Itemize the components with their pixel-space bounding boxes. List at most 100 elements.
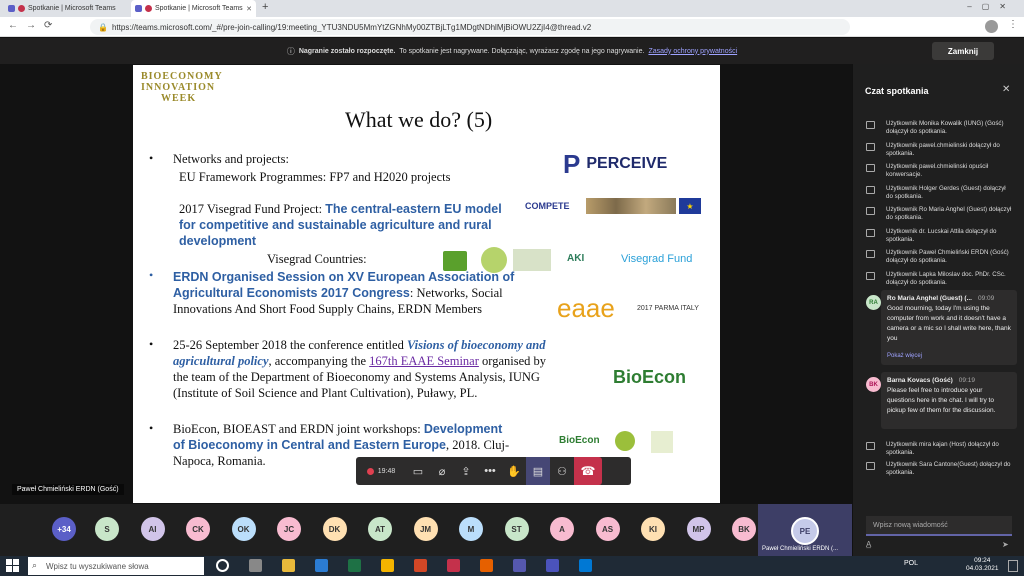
firefox-icon[interactable] bbox=[480, 559, 493, 572]
participant-avatar[interactable]: MP bbox=[686, 517, 711, 541]
banner-text: To spotkanie jest nagrywane. Dołączając,… bbox=[399, 47, 645, 55]
format-icon[interactable]: A̲ bbox=[866, 540, 871, 549]
bullet-icon: • bbox=[149, 421, 154, 435]
close-banner-button[interactable]: Zamknij bbox=[932, 42, 994, 60]
photo-strip bbox=[586, 198, 676, 214]
participants-button[interactable]: ⚇ bbox=[550, 457, 574, 485]
task-view-icon[interactable] bbox=[216, 559, 229, 572]
join-event-icon bbox=[866, 207, 875, 215]
people-icon: ⚇ bbox=[557, 465, 567, 478]
taskbar-clock[interactable]: 09:24 04.03.2021 bbox=[966, 557, 999, 573]
word-icon[interactable] bbox=[315, 559, 328, 572]
tab-label: Spotkanie | Microsoft Teams bbox=[28, 5, 116, 12]
participant-avatar[interactable]: KI bbox=[641, 517, 665, 541]
message-time: 09:19 bbox=[958, 377, 976, 384]
perceive-p-icon: P bbox=[563, 148, 581, 179]
show-more-link[interactable]: Pokaż więcej bbox=[887, 353, 922, 359]
participant-avatar[interactable]: ST bbox=[504, 517, 529, 541]
address-bar: ←→⟳ 🔒 https://teams.microsoft.com/_#/pre… bbox=[0, 17, 1024, 37]
participant-avatar[interactable]: DK bbox=[322, 517, 347, 541]
bullet-1: Networks and projects: bbox=[173, 152, 289, 166]
mic-button[interactable]: ⌀ bbox=[430, 457, 454, 485]
powerpoint-icon[interactable] bbox=[414, 559, 427, 572]
more-button[interactable]: ••• bbox=[478, 457, 502, 485]
participant-avatar[interactable]: AI bbox=[140, 517, 165, 541]
privacy-link[interactable]: Zasady ochrony prywatności bbox=[648, 48, 737, 55]
perceive-logo: P PERCEIVE bbox=[563, 148, 668, 179]
chat-icon: ▤ bbox=[532, 465, 544, 478]
file-explorer-icon[interactable] bbox=[249, 559, 262, 572]
hangup-icon: ☎ bbox=[580, 464, 596, 478]
aki-logo: AKI bbox=[567, 253, 585, 264]
participant-avatar[interactable]: BK bbox=[732, 517, 756, 541]
banner-bold: Nagranie zostało rozpoczęte. bbox=[298, 47, 396, 55]
join-event-icon bbox=[866, 442, 875, 450]
tab-close-icon[interactable]: ✕ bbox=[246, 5, 252, 13]
message-compose-input[interactable]: Wpisz nową wiadomość bbox=[866, 516, 1012, 536]
meeting-controls: 19:48 ▭ ⌀ ⇪ ••• ✋ ▤ ⚇ ☎ bbox=[356, 457, 631, 485]
browser-tab[interactable]: Spotkanie | Microsoft Teams bbox=[4, 0, 129, 17]
participant-avatar[interactable]: AS bbox=[595, 517, 620, 541]
window-controls-icon[interactable]: –▢✕ bbox=[967, 2, 1016, 11]
chat-system-event: Użytkownik Sara Cantone(Guest) dołączył … bbox=[886, 461, 1011, 476]
recording-timer: 19:48 bbox=[356, 457, 406, 485]
visegrad-fund-logo: Visegrad Fund bbox=[621, 253, 693, 265]
partner-logo-1 bbox=[443, 251, 467, 271]
app-icon[interactable] bbox=[513, 559, 526, 572]
teams-icon[interactable] bbox=[546, 559, 559, 572]
chat-system-event: Użytkownik Holger Gerdes (Guest) dołączy… bbox=[886, 184, 1006, 200]
excel-icon[interactable] bbox=[348, 559, 361, 572]
chat-system-event: Użytkownik pawel.chmielinski dołączył do… bbox=[886, 141, 1000, 157]
url-field[interactable]: 🔒 https://teams.microsoft.com/_#/pre-joi… bbox=[90, 19, 850, 35]
participant-avatar[interactable]: M bbox=[459, 517, 483, 541]
mic-off-icon: ⌀ bbox=[438, 465, 446, 478]
windows-start-icon[interactable] bbox=[6, 559, 19, 572]
message-author: Barna Kovacs (Gość) bbox=[887, 377, 953, 384]
menu-icon[interactable]: ⋮ bbox=[1008, 19, 1018, 30]
browser-tab-active[interactable]: Spotkanie | Microsoft Teams ✕ bbox=[131, 0, 256, 17]
participant-avatar[interactable]: A bbox=[550, 517, 574, 541]
chat-button[interactable]: ▤ bbox=[526, 457, 550, 485]
eu-flag-icon: ★ bbox=[679, 198, 701, 214]
participant-avatar[interactable]: JM bbox=[413, 517, 438, 541]
chat-system-event: Użytkownik Lapka Miloslav doc. PhDr. CSc… bbox=[886, 270, 1006, 286]
participant-avatar[interactable]: OK bbox=[231, 517, 256, 541]
keyboard-language[interactable]: POL bbox=[904, 560, 918, 567]
recording-icon bbox=[145, 5, 152, 12]
camera-off-icon: ▭ bbox=[412, 465, 424, 478]
bullet-icon: • bbox=[149, 151, 154, 165]
app-icon[interactable] bbox=[447, 559, 460, 572]
edge-icon[interactable] bbox=[579, 559, 592, 572]
bioeast-seal-icon bbox=[615, 431, 635, 451]
join-event-icon bbox=[866, 271, 875, 280]
taskbar-search-input[interactable]: Wpisz tu wyszukiwane słowa bbox=[28, 557, 204, 575]
send-icon[interactable]: ➤ bbox=[1002, 540, 1009, 549]
bioeconomy-week-logo: BIOECONOMY INNOVATION WEEK bbox=[141, 71, 223, 104]
participant-avatar[interactable]: JC bbox=[277, 517, 301, 541]
self-video-tile[interactable]: PE Paweł Chmieliński ERDN (... bbox=[758, 504, 852, 556]
slide-title: What we do? (5) bbox=[345, 107, 493, 132]
bullet-1-sub: EU Framework Programmes: FP7 and H2020 p… bbox=[179, 170, 451, 184]
participant-avatar[interactable]: S bbox=[95, 517, 119, 541]
bullet-icon: • bbox=[149, 268, 154, 282]
raise-hand-button[interactable]: ✋ bbox=[502, 457, 526, 485]
nav-arrows-icon[interactable]: ←→⟳ bbox=[8, 20, 60, 31]
recording-banner: ⓘ Nagranie zostało rozpoczęte. To spotka… bbox=[0, 38, 1024, 64]
notifications-icon[interactable] bbox=[1008, 560, 1018, 572]
more-participants-button[interactable]: +34 bbox=[52, 517, 76, 541]
join-event-icon bbox=[866, 462, 875, 470]
camera-button[interactable]: ▭ bbox=[406, 457, 430, 485]
author-avatar: RA bbox=[866, 295, 881, 310]
participant-avatar[interactable]: CK bbox=[186, 517, 210, 541]
hand-icon: ✋ bbox=[507, 465, 521, 478]
new-tab-icon[interactable]: + bbox=[262, 1, 268, 13]
teams-icon bbox=[8, 5, 15, 12]
chat-close-icon[interactable]: ✕ bbox=[1002, 84, 1010, 95]
profile-icon[interactable] bbox=[985, 20, 998, 33]
folder-icon[interactable] bbox=[282, 559, 295, 572]
chrome-icon[interactable] bbox=[381, 559, 394, 572]
share-button[interactable]: ⇪ bbox=[454, 457, 478, 485]
participant-avatar[interactable]: AT bbox=[368, 517, 392, 541]
hangup-button[interactable]: ☎ bbox=[574, 457, 602, 485]
chat-system-event: Użytkownik dr. Lucskai Attila dołączył d… bbox=[886, 227, 997, 243]
